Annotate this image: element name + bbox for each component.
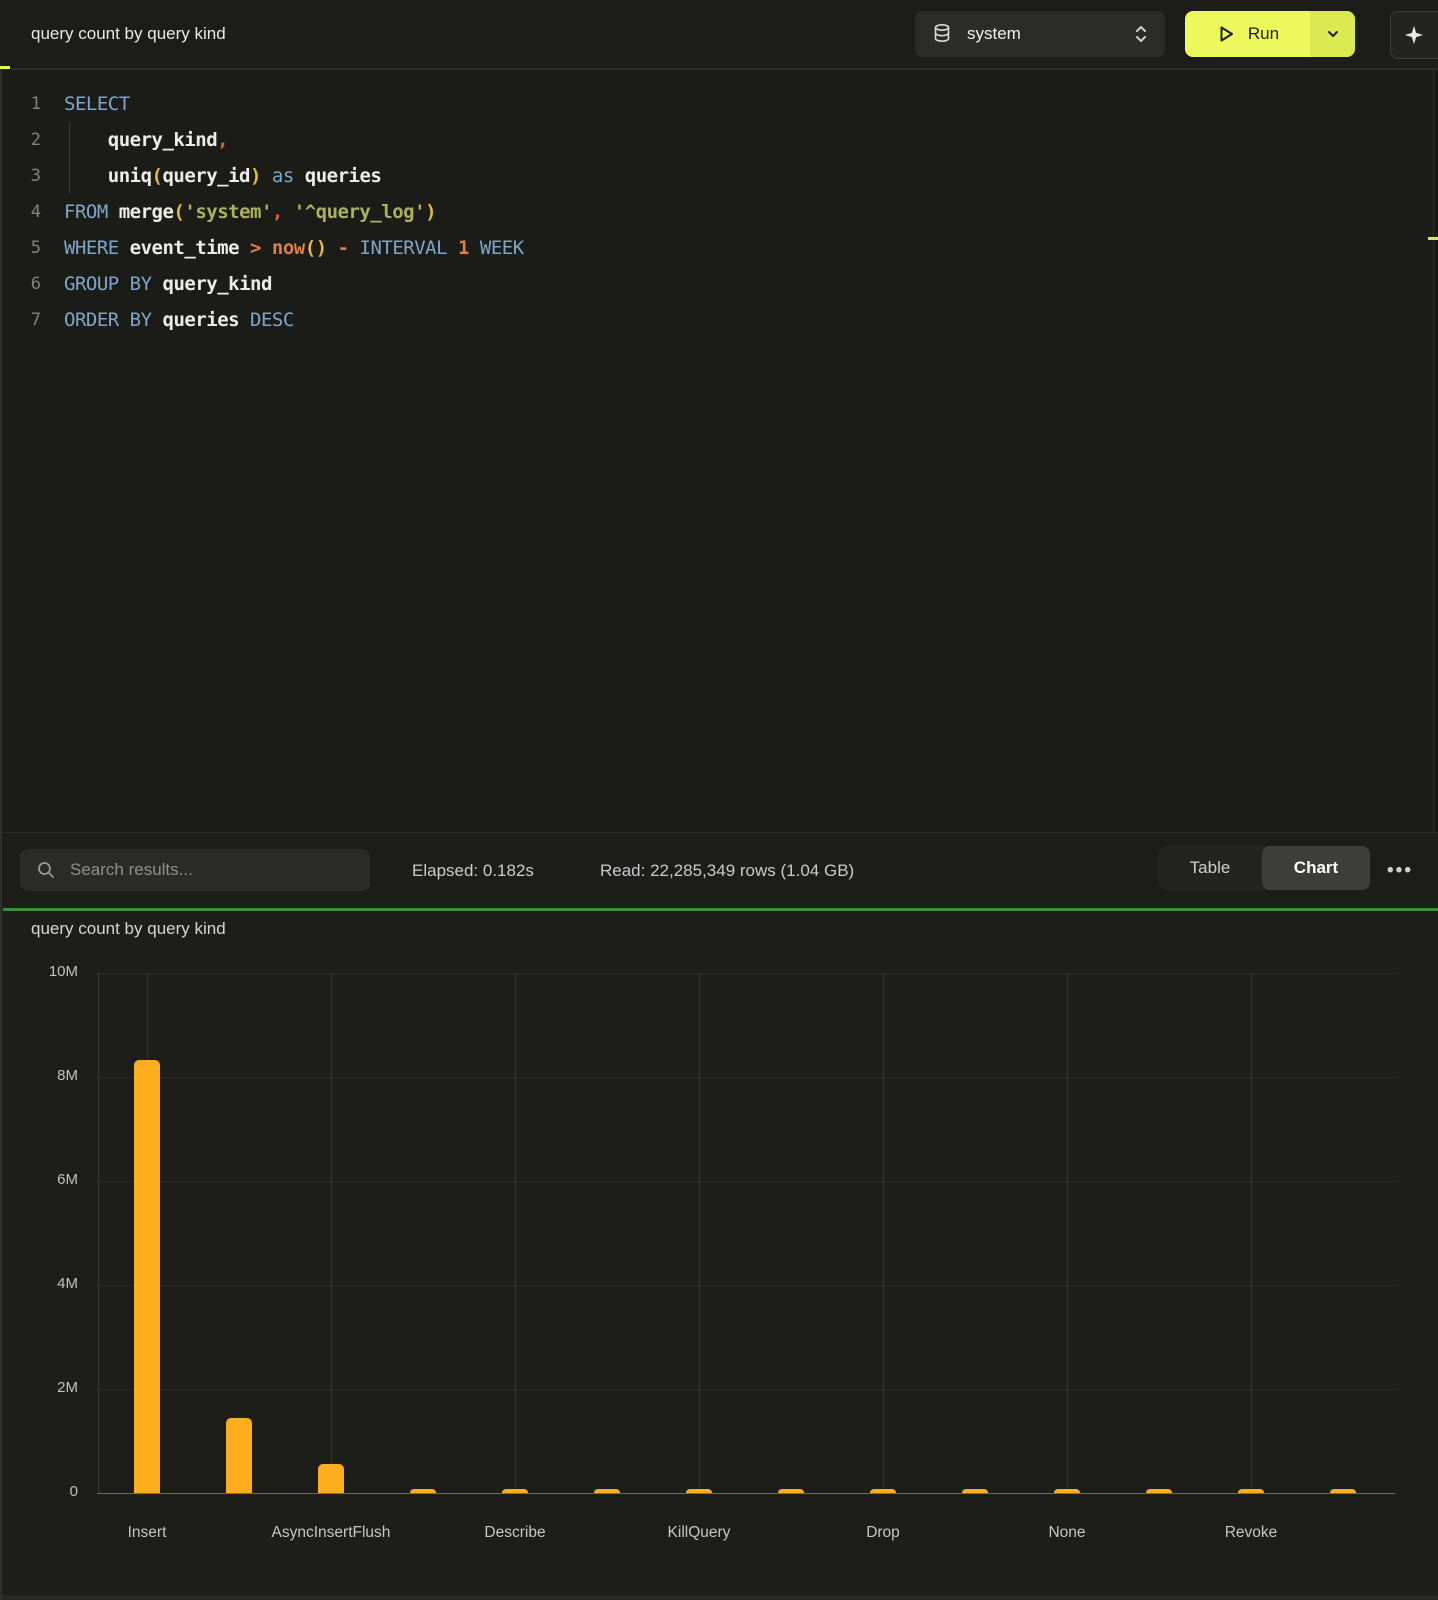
x-axis-label: None <box>977 1524 1157 1542</box>
bar-chart: 0 2M 4M 6M 8M 10M InsertAsyncInsertFlushDescri… <box>0 911 1438 1600</box>
code-text: FROM merge('system', '^query_log') <box>64 194 436 230</box>
y-axis-label: 8M <box>0 1067 78 1084</box>
y-gridline <box>97 1077 1395 1078</box>
tab-table[interactable]: Table <box>1158 846 1262 890</box>
y-axis-label: 4M <box>0 1275 78 1292</box>
view-toggle: Table Chart <box>1158 846 1370 890</box>
bottom-panel-edge <box>0 1595 1438 1600</box>
x-axis-label: Drop <box>793 1524 973 1542</box>
line-number: 1 <box>0 86 41 122</box>
y-axis-label: 2M <box>0 1379 78 1396</box>
run-button-group: Run <box>1185 11 1355 57</box>
query-title: query count by query kind <box>31 0 226 68</box>
code-line: 2 query_kind, <box>0 122 1400 158</box>
code-text: ORDER BY queries DESC <box>64 302 294 338</box>
bar <box>410 1489 436 1493</box>
x-axis-label: Describe <box>425 1524 605 1542</box>
x-gridline <box>1251 973 1252 1493</box>
x-axis-label: AsyncInsertFlush <box>241 1524 421 1542</box>
read-status: Read: 22,285,349 rows (1.04 GB) <box>600 833 854 909</box>
run-options-button[interactable] <box>1310 11 1355 57</box>
code-line: 5 WHERE event_time > now() - INTERVAL 1 W… <box>0 230 1400 266</box>
x-axis-label: Revoke <box>1161 1524 1341 1542</box>
bar <box>962 1489 988 1493</box>
sql-console-window: query count by query kind system <box>0 0 1438 1600</box>
database-selector[interactable]: system <box>915 11 1165 57</box>
bar <box>594 1489 620 1493</box>
x-gridline <box>699 973 700 1493</box>
bar <box>134 1060 160 1493</box>
database-icon <box>933 23 951 45</box>
top-bar: query count by query kind system <box>0 0 1438 68</box>
code-line: 4 FROM merge('system', '^query_log') <box>0 194 1400 230</box>
bar <box>226 1418 252 1493</box>
run-button[interactable]: Run <box>1185 11 1310 57</box>
results-toolbar: Elapsed: 0.182s Read: 22,285,349 rows (1… <box>0 832 1438 908</box>
y-axis-line <box>98 973 99 1493</box>
database-selector-value: system <box>967 24 1133 44</box>
bar <box>870 1489 896 1493</box>
bar <box>1238 1489 1264 1493</box>
y-axis-label: 6M <box>0 1171 78 1188</box>
x-gridline <box>515 973 516 1493</box>
y-gridline <box>97 1285 1395 1286</box>
code-line: 6 GROUP BY query_kind <box>0 266 1400 302</box>
x-gridline <box>883 973 884 1493</box>
line-number: 5 <box>0 230 41 266</box>
bar <box>686 1489 712 1493</box>
y-axis-label: 0 <box>0 1483 78 1500</box>
more-options-button[interactable]: ••• <box>1378 853 1422 889</box>
search-box <box>20 849 370 891</box>
line-number: 7 <box>0 302 41 338</box>
code-line: 7 ORDER BY queries DESC <box>0 302 1400 338</box>
scrollbar-cursor-marker <box>1428 237 1438 240</box>
line-number: 2 <box>0 122 41 158</box>
sparkle-icon <box>1403 24 1425 46</box>
editor-scrollbar-track[interactable] <box>1433 70 1434 832</box>
bar <box>778 1489 804 1493</box>
code-text: GROUP BY query_kind <box>64 266 272 302</box>
panel-left-edge <box>0 68 2 1600</box>
x-gridline <box>331 973 332 1493</box>
code-line: 1 SELECT <box>0 86 1400 122</box>
code-text: query_kind, <box>64 122 228 158</box>
ellipsis-icon: ••• <box>1387 860 1413 881</box>
y-axis-label: 10M <box>0 963 78 980</box>
bar <box>1054 1489 1080 1493</box>
chevron-down-icon <box>1325 26 1341 42</box>
active-tab-indicator <box>0 66 10 69</box>
y-gridline <box>97 1493 1395 1494</box>
code-text: uniq(query_id) as queries <box>64 158 381 194</box>
bar <box>502 1489 528 1493</box>
line-number: 6 <box>0 266 41 302</box>
search-results-input[interactable] <box>68 859 358 881</box>
search-icon <box>36 860 56 880</box>
x-gridline <box>1067 973 1068 1493</box>
chevron-up-down-icon <box>1133 23 1149 45</box>
x-axis-label: Insert <box>57 1524 237 1542</box>
code-text: WHERE event_time > now() - INTERVAL 1 WE… <box>64 230 524 266</box>
code-line: 3 uniq(query_id) as queries <box>0 158 1400 194</box>
bar <box>1330 1489 1356 1493</box>
x-axis-label: KillQuery <box>609 1524 789 1542</box>
sql-editor[interactable]: 1SELECT2 query_kind,3 uniq(query_id) as … <box>0 70 1438 832</box>
line-number: 3 <box>0 158 41 194</box>
bar <box>318 1464 344 1493</box>
elapsed-status: Elapsed: 0.182s <box>412 833 534 909</box>
y-gridline <box>97 973 1395 974</box>
chart-panel: query count by query kind 02M4M6M8M10MIn… <box>0 911 1438 1600</box>
format-button[interactable] <box>1390 11 1438 59</box>
tab-chart[interactable]: Chart <box>1262 846 1370 890</box>
run-button-label: Run <box>1248 24 1279 44</box>
bar <box>1146 1489 1172 1493</box>
y-gridline <box>97 1181 1395 1182</box>
play-icon <box>1216 24 1236 44</box>
line-number: 4 <box>0 194 41 230</box>
y-gridline <box>97 1389 1395 1390</box>
code-text: SELECT <box>64 86 130 122</box>
